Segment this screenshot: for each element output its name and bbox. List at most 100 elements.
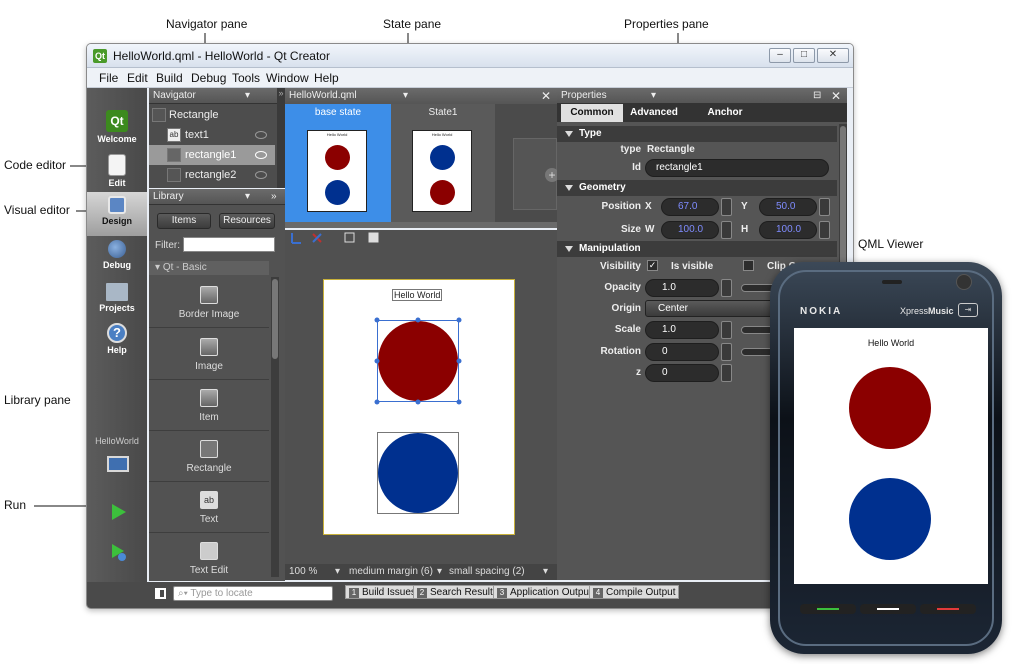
menu-file[interactable]: File (99, 71, 118, 85)
close-properties-icon[interactable]: ✕ (831, 88, 841, 104)
library-tab-items[interactable]: Items (157, 213, 211, 229)
navigator-expand-arrow[interactable]: » (277, 88, 285, 188)
title-bar: Qt HelloWorld.qml - HelloWorld - Qt Crea… (87, 44, 853, 68)
x-field[interactable]: 67.0 (661, 198, 719, 216)
spacing-select[interactable]: small spacing (2) (449, 564, 525, 580)
float-panel-icon[interactable]: ⊟ (813, 88, 821, 104)
phone-end-key[interactable] (920, 604, 976, 614)
navigator-item-rectangle2[interactable]: rectangle2 (149, 165, 275, 185)
state-state1[interactable]: State1 Hello World (391, 104, 495, 222)
library-filter-input[interactable] (183, 237, 275, 252)
section-geometry[interactable]: Geometry (557, 180, 837, 196)
tab-common[interactable]: Common (561, 104, 623, 122)
phone-menu-key-icon[interactable]: ⇥ (958, 303, 978, 317)
mode-design[interactable]: Design (87, 192, 147, 236)
opacity-field[interactable]: 1.0 (645, 279, 719, 297)
target-computer-icon[interactable] (107, 456, 129, 472)
section-manipulation[interactable]: Manipulation (557, 241, 837, 257)
menu-debug[interactable]: Debug (191, 71, 226, 85)
visible-checkbox[interactable]: ✓ (647, 260, 658, 271)
section-type[interactable]: Type (557, 126, 837, 142)
tab-anchor[interactable]: Anchor (695, 104, 755, 122)
navigator-item-rectangle1[interactable]: rectangle1 (149, 145, 275, 165)
selection-handles[interactable] (373, 316, 463, 406)
editor-file-name: HelloWorld.qml (289, 90, 357, 101)
rotation-spin-buttons[interactable] (721, 343, 732, 361)
run-icon[interactable] (112, 504, 126, 520)
h-spin-buttons[interactable] (819, 221, 830, 239)
state-base[interactable]: base state Hello World (285, 104, 391, 222)
tab-advanced[interactable]: Advanced (623, 104, 685, 122)
id-label: Id (632, 162, 641, 173)
mode-debug[interactable]: Debug (87, 240, 147, 270)
phone-menu-key[interactable] (860, 604, 916, 614)
library-item-text-edit[interactable]: Text Edit (149, 533, 269, 584)
close-window-button[interactable]: ✕ (817, 48, 849, 63)
bounds-fill-icon[interactable] (368, 232, 379, 243)
output-tab-build-issues[interactable]: 1 Build Issues (345, 585, 420, 599)
menu-edit[interactable]: Edit (127, 71, 148, 85)
navigator-pane: Navigator ▾ Rectangle ab text1 rectangle1 … (149, 88, 277, 188)
output-tab-search-results[interactable]: 2 Search Results (413, 585, 502, 599)
library-item-rectangle[interactable]: Rectangle (149, 431, 269, 482)
id-field[interactable]: rectangle1 (645, 159, 829, 177)
phone-call-key[interactable] (800, 604, 856, 614)
menu-tools[interactable]: Tools (232, 71, 260, 85)
mode-edit[interactable]: Edit (87, 154, 147, 188)
status-bar: ⌕▾ Type to locate 1 Build Issues 2 Search … (87, 582, 853, 608)
maximize-button[interactable]: □ (793, 48, 815, 63)
library-tab-resources[interactable]: Resources (219, 213, 275, 229)
library-group-qt-basic[interactable]: ▾ Qt - Basic (149, 261, 269, 275)
z-spin-buttons[interactable] (721, 364, 732, 382)
h-field[interactable]: 100.0 (759, 221, 817, 239)
toggle-sidebar-icon[interactable] (155, 588, 166, 599)
output-tab-compile-output[interactable]: 4 Compile Output (589, 585, 680, 599)
debug-icon (108, 240, 126, 258)
navigator-item-text1[interactable]: ab text1 (149, 125, 275, 145)
scale-label: Scale (614, 324, 641, 335)
w-field[interactable]: 100.0 (661, 221, 719, 239)
y-field[interactable]: 50.0 (759, 198, 817, 216)
w-spin-buttons[interactable] (721, 221, 732, 239)
close-editor-icon[interactable]: ✕ (541, 88, 551, 104)
zoom-select[interactable]: 100 % (289, 564, 317, 580)
minimize-button[interactable]: ‒ (769, 48, 791, 63)
opacity-spin-buttons[interactable] (721, 279, 732, 297)
library-scrollbar[interactable] (271, 277, 279, 577)
locator-input[interactable]: ⌕▾ Type to locate (173, 586, 333, 601)
bounding-box-icon[interactable] (344, 232, 355, 243)
menu-build[interactable]: Build (156, 71, 183, 85)
output-tab-application-output[interactable]: 3 Application Output (493, 585, 596, 599)
y-spin-buttons[interactable] (819, 198, 830, 216)
help-icon: ? (107, 323, 127, 343)
canvas-hello-world-text[interactable]: Hello World (392, 289, 443, 301)
viewer-hello-world-text: Hello World (867, 338, 915, 348)
margin-select[interactable]: medium margin (6) (349, 564, 433, 580)
select-tool-icon[interactable] (312, 233, 322, 243)
scale-spin-buttons[interactable] (721, 321, 732, 339)
mode-projects[interactable]: Projects (87, 283, 147, 313)
scale-field[interactable]: 1.0 (645, 321, 719, 339)
library-item-border-image[interactable]: Border Image (149, 277, 269, 328)
menu-window[interactable]: Window (266, 71, 309, 85)
mode-welcome[interactable]: Qt Welcome (87, 110, 147, 144)
z-field[interactable]: 0 (645, 364, 719, 382)
clip-checkbox[interactable] (743, 260, 754, 271)
mode-help[interactable]: ? Help (87, 323, 147, 355)
x-spin-buttons[interactable] (721, 198, 732, 216)
qml-viewer-phone: NOKIA XpressMusic ⇥ Hello World (770, 262, 1002, 654)
state-scrollbar[interactable] (285, 222, 557, 228)
library-item-item[interactable]: Item (149, 380, 269, 431)
library-item-text[interactable]: ab Text (149, 482, 269, 533)
rotation-field[interactable]: 0 (645, 343, 719, 361)
library-item-image[interactable]: Image (149, 329, 269, 380)
design-surface[interactable]: Hello World (323, 279, 515, 535)
border-image-icon (200, 286, 218, 304)
menu-help[interactable]: Help (314, 71, 339, 85)
window-title: HelloWorld.qml - HelloWorld - Qt Creator (113, 49, 330, 63)
navigator-item-rectangle[interactable]: Rectangle (149, 105, 275, 125)
file-dropdown-arrow[interactable]: ▾ (403, 88, 408, 104)
anchor-tool-icon[interactable] (291, 233, 301, 244)
qt-app-icon: Qt (93, 49, 107, 63)
rectangle2[interactable] (377, 432, 459, 514)
